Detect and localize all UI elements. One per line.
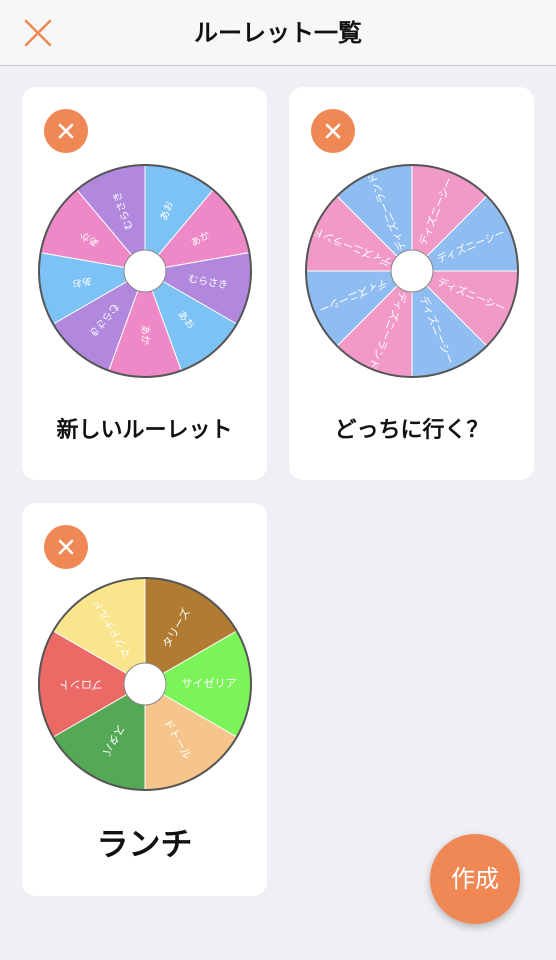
delete-button[interactable]: [44, 109, 88, 153]
roulette-card-3[interactable]: タリーズ サイゼリア ドトール スタバ プロント マクドナルド ランチ: [22, 503, 267, 896]
roulette-wheel[interactable]: ディズニーシーディズニーシーディズニーシーディズニーシーディズニーランドディズニ…: [304, 163, 520, 379]
wheel-hub: [123, 249, 167, 293]
close-icon: [58, 123, 74, 139]
roulette-card-1[interactable]: あお あか むらさき あお あか むらさき あお あか むらさき 新しいルーレット: [22, 87, 267, 480]
create-button[interactable]: 作成: [430, 834, 520, 924]
wheel-hub: [390, 249, 434, 293]
roulette-title: 新しいルーレット: [56, 418, 233, 443]
roulette-wheel[interactable]: タリーズサイゼリアドトールスタバプロントマクドナルド: [37, 576, 253, 792]
close-icon: [58, 539, 74, 555]
delete-button[interactable]: [44, 525, 88, 569]
nav-bar: ルーレット一覧: [0, 0, 556, 66]
roulette-card-2[interactable]: ディズニーシー ディズニーシー ディズニーシー ディズニーシー ディズニーランド ディズニ…: [289, 87, 534, 480]
segment-label: あか: [139, 325, 151, 345]
wheel-hub: [123, 662, 167, 706]
segment-label: プロント: [59, 678, 103, 691]
roulette-title: ランチ: [96, 825, 193, 863]
delete-button[interactable]: [311, 109, 355, 153]
segment-label: サイゼリア: [182, 677, 237, 690]
close-icon: [325, 123, 341, 139]
roulette-wheel[interactable]: あおあかむらさきあおあかむらさきあおあかむらさき: [37, 163, 253, 379]
roulette-title: どっちに行く？: [334, 418, 489, 443]
page-title: ルーレット一覧: [194, 19, 362, 47]
